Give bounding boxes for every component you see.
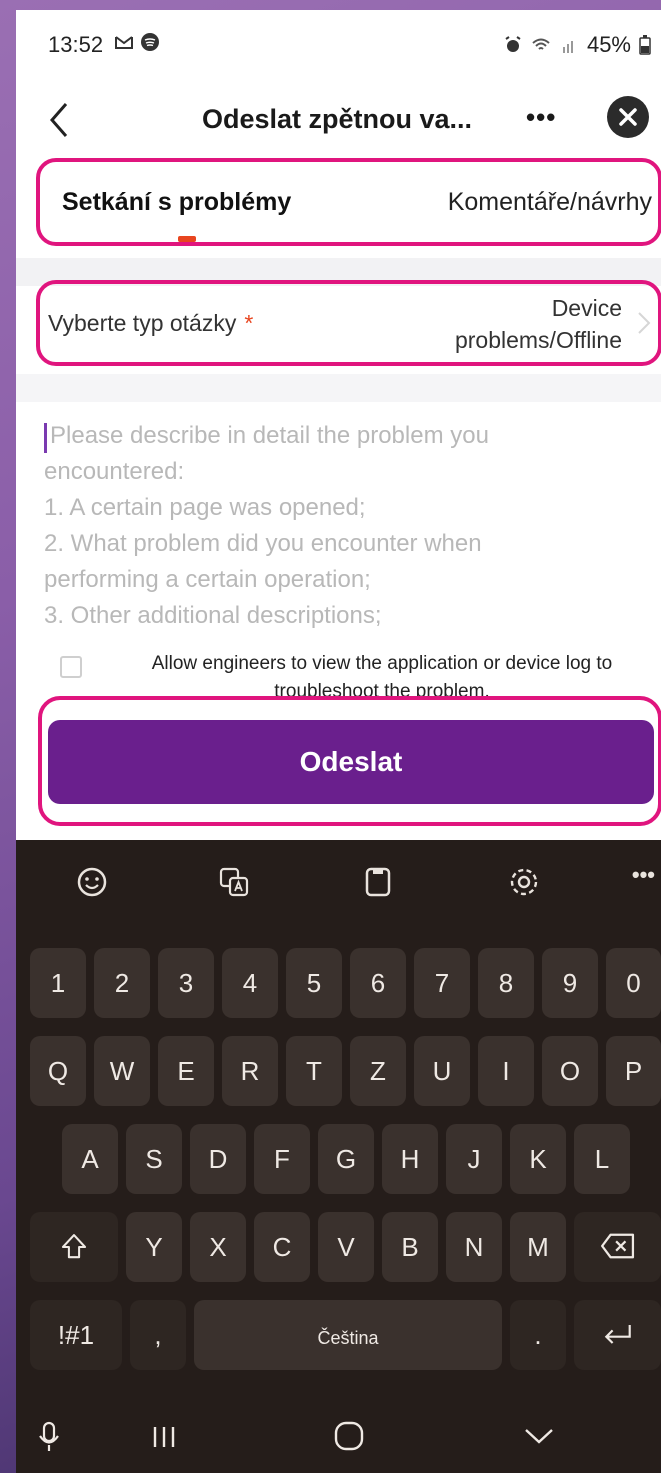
question-type-value-line1: Device xyxy=(551,295,622,321)
symbols-key[interactable]: !#1 xyxy=(30,1300,122,1370)
key-7[interactable]: 7 xyxy=(414,948,470,1018)
key-f[interactable]: F xyxy=(254,1124,310,1194)
key-r[interactable]: R xyxy=(222,1036,278,1106)
key-u[interactable]: U xyxy=(414,1036,470,1106)
hide-keyboard-icon[interactable] xyxy=(522,1425,556,1447)
status-time: 13:52 xyxy=(48,32,104,57)
key-h[interactable]: H xyxy=(382,1124,438,1194)
back-arrow-icon[interactable] xyxy=(42,100,76,140)
gmail-icon xyxy=(115,36,133,49)
space-key[interactable]: Čeština xyxy=(194,1300,502,1370)
wifi-icon xyxy=(532,38,550,50)
more-tools-icon[interactable]: ••• xyxy=(632,862,655,888)
required-mark: * xyxy=(244,310,254,336)
key-o[interactable]: O xyxy=(542,1036,598,1106)
placeholder-line: Please describe in detail the problem yo… xyxy=(50,422,489,449)
divider xyxy=(16,374,661,402)
tab-bar: Setkání s problémy Komentáře/návrhy xyxy=(36,158,661,246)
tab-problems[interactable]: Setkání s problémy xyxy=(62,188,291,217)
recent-apps-icon[interactable] xyxy=(150,1423,178,1451)
shift-icon xyxy=(61,1234,87,1259)
key-l[interactable]: L xyxy=(574,1124,630,1194)
navigation-bar xyxy=(16,1403,661,1473)
placeholder-line: 3. Other additional descriptions; xyxy=(44,602,382,629)
submit-highlight: Odeslat xyxy=(38,696,661,826)
log-consent: Allow engineers to view the application … xyxy=(54,646,654,702)
question-type-value: Device problems/Offline xyxy=(455,292,622,356)
clipboard-icon[interactable] xyxy=(358,862,398,902)
key-1[interactable]: 1 xyxy=(30,948,86,1018)
enter-key[interactable] xyxy=(574,1300,661,1370)
key-b[interactable]: B xyxy=(382,1212,438,1282)
header: Odeslat zpětnou va... ••• xyxy=(16,82,661,160)
key-e[interactable]: E xyxy=(158,1036,214,1106)
key-w[interactable]: W xyxy=(94,1036,150,1106)
key-x[interactable]: X xyxy=(190,1212,246,1282)
more-options-button[interactable]: ••• xyxy=(526,102,556,133)
active-tab-indicator xyxy=(178,236,196,242)
space-key-label: Čeština xyxy=(317,1328,379,1348)
key-9[interactable]: 9 xyxy=(542,948,598,1018)
key-c[interactable]: C xyxy=(254,1212,310,1282)
microphone-icon[interactable] xyxy=(36,1421,62,1453)
translate-icon[interactable] xyxy=(214,862,254,902)
key-4[interactable]: 4 xyxy=(222,948,278,1018)
home-icon[interactable] xyxy=(332,1419,366,1453)
key-8[interactable]: 8 xyxy=(478,948,534,1018)
signal-icon xyxy=(562,41,573,53)
chevron-right-icon xyxy=(638,312,651,334)
key-y[interactable]: Y xyxy=(126,1212,182,1282)
key-j[interactable]: J xyxy=(446,1124,502,1194)
key-s[interactable]: S xyxy=(126,1124,182,1194)
log-consent-checkbox[interactable] xyxy=(60,656,82,678)
key-i[interactable]: I xyxy=(478,1036,534,1106)
key-a[interactable]: A xyxy=(62,1124,118,1194)
emoji-icon[interactable] xyxy=(72,862,112,902)
backspace-key[interactable] xyxy=(574,1212,661,1282)
key-q[interactable]: Q xyxy=(30,1036,86,1106)
placeholder-line: 2. What problem did you encounter when xyxy=(44,530,482,557)
status-bar: 13:52 45% xyxy=(16,10,661,72)
key-5[interactable]: 5 xyxy=(286,948,342,1018)
settings-gear-icon[interactable] xyxy=(504,862,544,902)
key-n[interactable]: N xyxy=(446,1212,502,1282)
question-type-selector[interactable]: Vyberte typ otázky * Device problems/Offl… xyxy=(36,280,661,366)
close-button[interactable] xyxy=(607,96,649,138)
key-2[interactable]: 2 xyxy=(94,948,150,1018)
keyboard: ••• 1 2 3 4 5 6 7 8 9 0 Q W E R T Z U I … xyxy=(16,840,661,1473)
key-6[interactable]: 6 xyxy=(350,948,406,1018)
key-3[interactable]: 3 xyxy=(158,948,214,1018)
key-g[interactable]: G xyxy=(318,1124,374,1194)
battery-text: 45% xyxy=(586,32,631,57)
period-key[interactable]: . xyxy=(510,1300,566,1370)
close-icon xyxy=(619,108,637,126)
description-input[interactable]: Please describe in detail the problem yo… xyxy=(44,418,624,634)
question-type-label: Vyberte typ otázky xyxy=(48,310,237,336)
comma-key[interactable]: , xyxy=(130,1300,186,1370)
placeholder-line: encountered: xyxy=(44,458,185,485)
key-0[interactable]: 0 xyxy=(606,948,661,1018)
page-title: Odeslat zpětnou va... xyxy=(202,104,473,134)
key-m[interactable]: M xyxy=(510,1212,566,1282)
key-k[interactable]: K xyxy=(510,1124,566,1194)
key-p[interactable]: P xyxy=(606,1036,661,1106)
phone-screen: 13:52 45% Odeslat zpětnou va... ••• Setk… xyxy=(16,10,661,1473)
key-v[interactable]: V xyxy=(318,1212,374,1282)
question-type-value-line2: problems/Offline xyxy=(454,327,622,353)
backspace-icon xyxy=(600,1233,634,1259)
shift-key[interactable] xyxy=(30,1212,118,1282)
spotify-icon xyxy=(141,33,159,51)
alarm-icon xyxy=(505,36,521,52)
key-d[interactable]: D xyxy=(190,1124,246,1194)
enter-icon xyxy=(604,1325,631,1344)
placeholder-line: performing a certain operation; xyxy=(44,566,371,593)
keyboard-toolbar: ••• xyxy=(16,840,661,926)
key-t[interactable]: T xyxy=(286,1036,342,1106)
key-z[interactable]: Z xyxy=(350,1036,406,1106)
tab-comments[interactable]: Komentáře/návrhy xyxy=(448,188,652,217)
placeholder-line: 1. A certain page was opened; xyxy=(44,494,366,521)
battery-icon xyxy=(639,35,651,55)
submit-button[interactable]: Odeslat xyxy=(48,720,654,804)
